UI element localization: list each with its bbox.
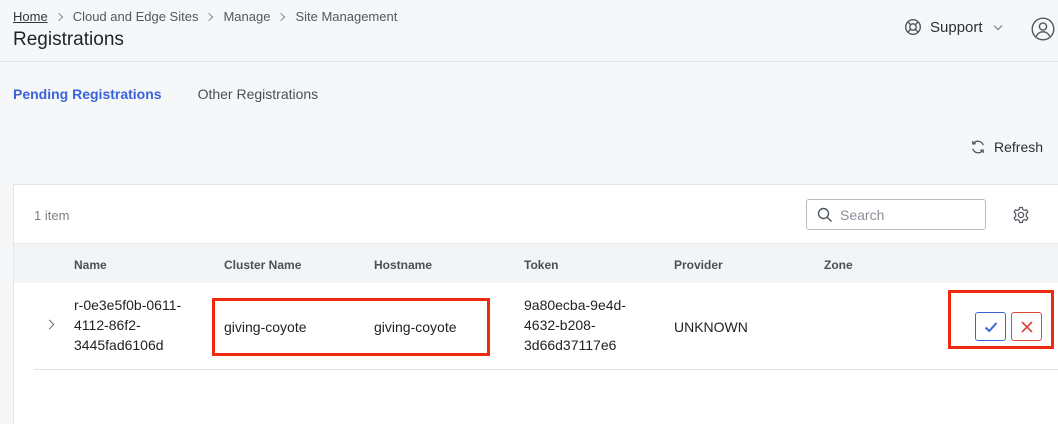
search-icon xyxy=(817,207,832,222)
lifebuoy-icon xyxy=(904,18,922,36)
support-label: Support xyxy=(930,18,983,36)
column-header-cluster-name[interactable]: Cluster Name xyxy=(224,258,301,272)
search-box xyxy=(806,199,986,230)
tab-other-registrations[interactable]: Other Registrations xyxy=(198,86,319,102)
token-line: 3d66d37117e6 xyxy=(524,337,617,353)
item-count: 1 item xyxy=(34,208,70,223)
search-input[interactable] xyxy=(840,206,970,223)
approve-button[interactable] xyxy=(975,312,1006,341)
breadcrumb-separator-icon xyxy=(205,12,214,21)
token-line: 4632-b208- xyxy=(524,317,596,333)
cell-token: 9a80ecba-9e4d- 4632-b208- 3d66d37117e6 xyxy=(524,295,626,355)
reject-button[interactable] xyxy=(1011,312,1042,341)
registration-tabs: Pending Registrations Other Registration… xyxy=(13,86,354,102)
user-icon[interactable] xyxy=(1031,17,1055,41)
top-bar: Home Cloud and Edge Sites Manage Site Ma… xyxy=(0,0,1058,62)
breadcrumb-separator-icon xyxy=(277,12,286,21)
breadcrumb-cloud-edge-sites[interactable]: Cloud and Edge Sites xyxy=(73,9,199,24)
support-menu-button[interactable]: Support xyxy=(904,18,1002,36)
breadcrumb: Home Cloud and Edge Sites Manage Site Ma… xyxy=(13,9,397,24)
refresh-label: Refresh xyxy=(994,139,1044,155)
cell-provider: UNKNOWN xyxy=(674,319,748,335)
refresh-icon xyxy=(971,140,985,154)
tab-pending-registrations[interactable]: Pending Registrations xyxy=(13,86,162,102)
registrations-table-panel: 1 item Name Cluster Name Hostname Token … xyxy=(13,184,1058,424)
cell-name: r-0e3e5f0b-0611- 4112-86f2- 3445fad6106d xyxy=(74,295,181,355)
page-title: Registrations xyxy=(13,29,124,50)
column-header-name[interactable]: Name xyxy=(74,258,107,272)
chevron-down-icon xyxy=(993,21,1002,30)
token-line: 9a80ecba-9e4d- xyxy=(524,297,626,313)
breadcrumb-separator-icon xyxy=(54,12,63,21)
name-line: r-0e3e5f0b-0611- xyxy=(74,297,182,313)
gear-icon[interactable] xyxy=(1012,206,1030,224)
breadcrumb-manage[interactable]: Manage xyxy=(223,9,270,24)
column-header-provider[interactable]: Provider xyxy=(674,258,723,272)
column-header-zone[interactable]: Zone xyxy=(824,258,853,272)
column-header-token[interactable]: Token xyxy=(524,258,558,272)
name-line: 4112-86f2- xyxy=(74,317,141,333)
check-icon xyxy=(984,321,997,332)
chevron-right-icon[interactable] xyxy=(44,319,55,330)
cell-cluster-name: giving-coyote xyxy=(224,319,307,335)
column-header-hostname[interactable]: Hostname xyxy=(374,258,432,272)
table-header: Name Cluster Name Hostname Token Provide… xyxy=(14,243,1058,283)
name-line: 3445fad6106d xyxy=(74,337,164,353)
cell-hostname: giving-coyote xyxy=(374,319,457,335)
table-row: r-0e3e5f0b-0611- 4112-86f2- 3445fad6106d… xyxy=(34,283,1058,370)
refresh-button[interactable]: Refresh xyxy=(970,139,1043,155)
close-icon xyxy=(1020,320,1033,333)
breadcrumb-site-management[interactable]: Site Management xyxy=(295,9,397,24)
breadcrumb-home-link[interactable]: Home xyxy=(13,9,48,24)
